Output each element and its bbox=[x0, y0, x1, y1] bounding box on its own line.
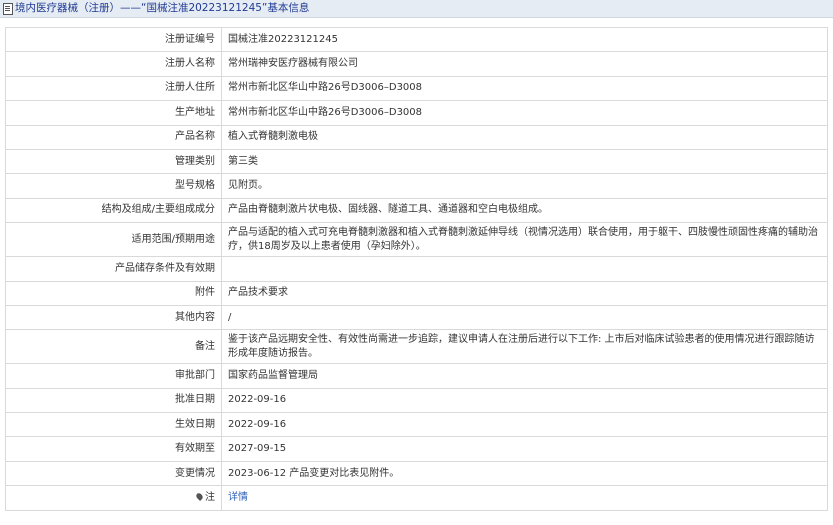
row-value: 2022-09-16 bbox=[221, 412, 828, 438]
table-row: 有效期至 2027-09-15 bbox=[5, 436, 828, 462]
row-value: 第三类 bbox=[221, 148, 828, 175]
table-row: 注册人住所 常州市新北区华山中路26号D3006–D3008 bbox=[5, 75, 828, 102]
row-value: / bbox=[221, 304, 828, 331]
row-label: 批准日期 bbox=[5, 387, 222, 414]
table-row: 批准日期 2022-09-16 bbox=[5, 387, 828, 414]
row-label: 结构及组成/主要组成成分 bbox=[5, 197, 222, 224]
table-row: 注册人名称 常州瑞神安医疗器械有限公司 bbox=[5, 51, 828, 77]
row-value bbox=[221, 256, 828, 282]
row-label: 其他内容 bbox=[5, 304, 222, 331]
page-title-bar: 境内医疗器械（注册）——“国械注准20223121245”基本信息 bbox=[0, 0, 833, 18]
row-label: 有效期至 bbox=[5, 436, 222, 462]
row-value: 常州瑞神安医疗器械有限公司 bbox=[221, 51, 828, 77]
row-label: 型号规格 bbox=[5, 173, 222, 199]
row-label: 附件 bbox=[5, 280, 222, 306]
row-value: 2027-09-15 bbox=[221, 436, 828, 462]
info-frame: 注册证编号 国械注准20223121245 注册人名称 常州瑞神安医疗器械有限公… bbox=[5, 26, 828, 511]
row-label: 适用范围/预期用途 bbox=[5, 222, 222, 258]
row-label: 产品储存条件及有效期 bbox=[5, 256, 222, 282]
row-value: 产品由脊髓刺激片状电极、固线器、隧道工具、通道器和空白电极组成。 bbox=[221, 197, 828, 224]
row-value: 2022-09-16 bbox=[221, 387, 828, 414]
row-label: 生效日期 bbox=[5, 412, 222, 438]
row-label: 管理类别 bbox=[5, 148, 222, 175]
table-row: 备注 鉴于该产品远期安全性、有效性尚需进一步追踪，建议申请人在注册后进行以下工作… bbox=[5, 329, 828, 365]
table-row: 其他内容 / bbox=[5, 304, 828, 331]
row-value: 产品技术要求 bbox=[221, 280, 828, 306]
row-label: 审批部门 bbox=[5, 363, 222, 389]
table-row: 生效日期 2022-09-16 bbox=[5, 412, 828, 438]
pin-icon bbox=[194, 492, 205, 502]
row-label: 生产地址 bbox=[5, 100, 222, 126]
row-value: 产品与适配的植入式可充电脊髓刺激器和植入式脊髓刺激延伸导线（视情况选用）联合使用… bbox=[221, 222, 828, 258]
document-icon bbox=[3, 2, 13, 15]
table-row: 生产地址 常州市新北区华山中路26号D3006–D3008 bbox=[5, 100, 828, 126]
row-label: 备注 bbox=[5, 329, 222, 365]
row-value: 详情 bbox=[221, 485, 828, 511]
row-label: 注 bbox=[205, 491, 215, 503]
info-table: 注册证编号 国械注准20223121245 注册人名称 常州瑞神安医疗器械有限公… bbox=[5, 26, 828, 511]
row-value: 国家药品监督管理局 bbox=[221, 363, 828, 389]
row-label: 注册证编号 bbox=[5, 26, 222, 53]
row-value: 常州市新北区华山中路26号D3006–D3008 bbox=[221, 75, 828, 102]
details-link[interactable]: 详情 bbox=[228, 492, 248, 503]
table-row: 审批部门 国家药品监督管理局 bbox=[5, 363, 828, 389]
table-row: 产品储存条件及有效期 bbox=[5, 256, 828, 282]
row-label: 注册人住所 bbox=[5, 75, 222, 102]
table-row: 产品名称 植入式脊髓刺激电极 bbox=[5, 124, 828, 150]
row-label: 注册人名称 bbox=[5, 51, 222, 77]
table-row: 附件 产品技术要求 bbox=[5, 280, 828, 306]
row-value: 2023-06-12 产品变更对比表见附件。 bbox=[221, 460, 828, 487]
row-label: 产品名称 bbox=[5, 124, 222, 150]
row-label: 变更情况 bbox=[5, 460, 222, 487]
table-row: 注 详情 bbox=[5, 485, 828, 511]
table-row: 适用范围/预期用途 产品与适配的植入式可充电脊髓刺激器和植入式脊髓刺激延伸导线（… bbox=[5, 222, 828, 258]
table-row: 管理类别 第三类 bbox=[5, 148, 828, 175]
page-title: 境内医疗器械（注册）——“国械注准20223121245”基本信息 bbox=[15, 2, 310, 14]
row-value: 见附页。 bbox=[221, 173, 828, 199]
row-value: 植入式脊髓刺激电极 bbox=[221, 124, 828, 150]
note-label-cell: 注 bbox=[5, 485, 222, 511]
table-row: 结构及组成/主要组成成分 产品由脊髓刺激片状电极、固线器、隧道工具、通道器和空白… bbox=[5, 197, 828, 224]
row-value: 鉴于该产品远期安全性、有效性尚需进一步追踪，建议申请人在注册后进行以下工作: 上… bbox=[221, 329, 828, 365]
table-row: 型号规格 见附页。 bbox=[5, 173, 828, 199]
table-row: 变更情况 2023-06-12 产品变更对比表见附件。 bbox=[5, 460, 828, 487]
row-value: 常州市新北区华山中路26号D3006–D3008 bbox=[221, 100, 828, 126]
table-row: 注册证编号 国械注准20223121245 bbox=[5, 26, 828, 53]
row-value: 国械注准20223121245 bbox=[221, 26, 828, 53]
